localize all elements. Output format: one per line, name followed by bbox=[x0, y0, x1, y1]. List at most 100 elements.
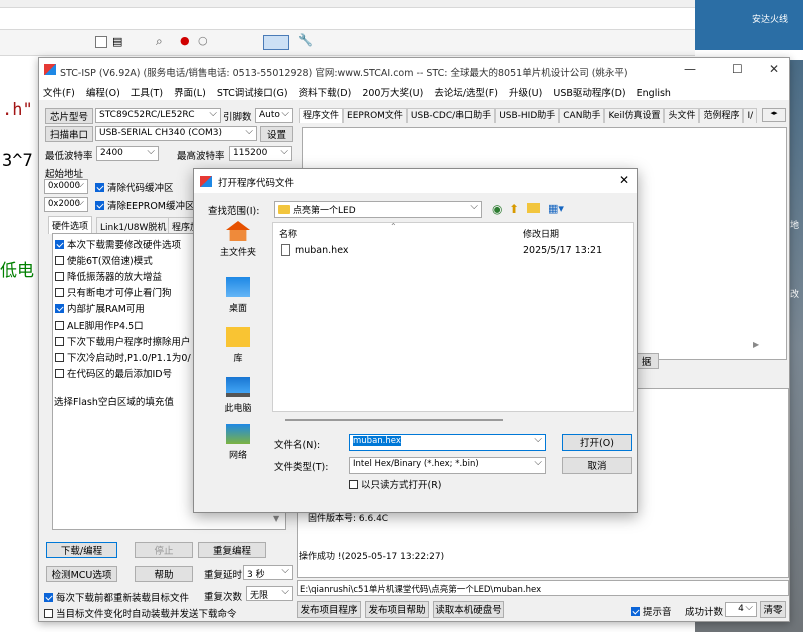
dropdown-icon[interactable] bbox=[95, 36, 107, 48]
tab-usb-hid[interactable]: USB-HID助手 bbox=[495, 108, 560, 123]
checkbox-icon[interactable] bbox=[55, 272, 64, 282]
minimize-button[interactable]: — bbox=[684, 62, 696, 76]
checkbox-icon[interactable] bbox=[55, 352, 64, 362]
menu-program[interactable]: 编程(O) bbox=[86, 88, 120, 99]
read-disk-button[interactable]: 读取本机硬盘号 bbox=[433, 601, 504, 618]
dialog-close-button[interactable]: ✕ bbox=[619, 173, 629, 187]
detect-mcu-button[interactable]: 检测MCU选项 bbox=[46, 566, 117, 582]
search-icon[interactable]: ⌕ bbox=[156, 34, 163, 49]
menu-prize[interactable]: 200万大奖(U) bbox=[362, 88, 423, 99]
file-row[interactable]: muban.hex 2025/5/17 13:21 bbox=[278, 243, 626, 259]
beep-option[interactable]: 提示音 bbox=[631, 604, 672, 618]
retry-delay-select[interactable]: 3 秒 bbox=[243, 565, 293, 580]
pins-select[interactable]: Auto bbox=[255, 108, 293, 123]
settings-button[interactable]: 设置 bbox=[260, 126, 293, 142]
window-icon[interactable] bbox=[263, 35, 289, 50]
nav-libraries[interactable]: 库 bbox=[208, 327, 268, 364]
view-menu-icon[interactable]: ▦▾ bbox=[548, 202, 564, 215]
menu-debug[interactable]: STC调试接口(G) bbox=[217, 88, 288, 99]
auto-send-option[interactable]: 当目标文件变化时自动装载并发送下载命令 bbox=[44, 606, 237, 620]
readonly-option[interactable]: 以只读方式打开(R) bbox=[349, 477, 442, 491]
code-address-input[interactable]: 0x0000 bbox=[44, 179, 88, 194]
stop-button[interactable]: 停止 bbox=[135, 542, 193, 558]
menu-interface[interactable]: 界面(L) bbox=[174, 88, 206, 99]
column-date[interactable]: 修改日期 bbox=[523, 227, 559, 240]
hardware-option[interactable]: 下次冷启动时,P1.0/P1.1为0/ bbox=[55, 350, 191, 364]
new-folder-icon[interactable] bbox=[527, 203, 540, 213]
download-button[interactable]: 下载/编程 bbox=[46, 542, 117, 558]
hardware-option[interactable]: 降低振荡器的放大增益 bbox=[55, 269, 162, 283]
min-baud-select[interactable]: 2400 bbox=[96, 146, 159, 161]
hardware-option[interactable]: ALE脚用作P4.5口 bbox=[55, 318, 144, 332]
tab-eeprom-file[interactable]: EEPROM文件 bbox=[343, 108, 407, 123]
hardware-option[interactable]: 内部扩展RAM可用 bbox=[55, 301, 145, 315]
checkbox-icon[interactable] bbox=[55, 240, 64, 249]
menu-downloads[interactable]: 资料下载(D) bbox=[299, 88, 352, 99]
checkbox-icon[interactable] bbox=[349, 480, 358, 489]
tab-io[interactable]: I/ bbox=[743, 108, 758, 123]
scan-port-button[interactable]: 扫描串口 bbox=[45, 126, 93, 142]
filetype-select[interactable]: Intel Hex/Binary (*.hex; *.bin) bbox=[349, 457, 546, 474]
checkbox-icon[interactable] bbox=[55, 320, 64, 330]
nav-desktop[interactable]: 桌面 bbox=[208, 277, 268, 314]
filename-input[interactable]: muban.hex bbox=[349, 434, 546, 451]
tab-scroll-arrows[interactable]: ◂▸ bbox=[762, 108, 786, 122]
hardware-option[interactable]: 使能6T(双倍速)模式 bbox=[55, 253, 153, 267]
clear-code-option[interactable]: 清除代码缓冲区 bbox=[95, 180, 174, 194]
max-baud-select[interactable]: 115200 bbox=[229, 146, 292, 161]
publish-program-button[interactable]: 发布项目程序 bbox=[297, 601, 361, 618]
menu-tools[interactable]: 工具(T) bbox=[131, 88, 163, 99]
nav-network[interactable]: 网络 bbox=[208, 424, 268, 461]
toolbar-icon[interactable]: ▤ bbox=[112, 35, 122, 48]
tab-header[interactable]: 头文件 bbox=[664, 108, 700, 123]
nav-this-pc[interactable]: 此电脑 bbox=[208, 377, 268, 414]
checkbox-icon[interactable] bbox=[55, 304, 64, 314]
back-icon[interactable]: ◉ bbox=[492, 202, 502, 216]
menu-upgrade[interactable]: 升级(U) bbox=[509, 88, 542, 99]
menu-file[interactable]: 文件(F) bbox=[43, 88, 75, 99]
checkbox-icon[interactable] bbox=[44, 609, 53, 618]
eeprom-address-input[interactable]: 0x2000 bbox=[44, 197, 88, 212]
hardware-option[interactable]: 在代码区的最后添加ID号 bbox=[55, 366, 172, 380]
reload-option[interactable]: 每次下载前都重新装载目标文件 bbox=[44, 590, 189, 604]
port-select[interactable]: USB-SERIAL CH340 (COM3) bbox=[95, 126, 257, 141]
tab-examples[interactable]: 范例程序 bbox=[699, 108, 744, 123]
tab-usb-cdc[interactable]: USB-CDC/串口助手 bbox=[406, 108, 496, 123]
menu-usb-driver[interactable]: USB驱动程序(D) bbox=[553, 88, 625, 99]
maximize-button[interactable]: ☐ bbox=[732, 62, 743, 76]
tab-can[interactable]: CAN助手 bbox=[559, 108, 605, 123]
breakpoint-icon[interactable]: ● bbox=[180, 34, 190, 47]
checkbox-icon[interactable] bbox=[95, 183, 104, 192]
publish-help-button[interactable]: 发布项目帮助 bbox=[365, 601, 429, 618]
scroll-down-icon[interactable]: ▼ bbox=[273, 514, 279, 523]
menu-forum[interactable]: 去论坛/选型(F) bbox=[434, 88, 498, 99]
horizontal-scrollbar[interactable] bbox=[285, 419, 503, 421]
menu-english[interactable]: English bbox=[637, 88, 671, 99]
checkbox-icon[interactable] bbox=[95, 201, 104, 210]
retry-count-select[interactable]: 无限 bbox=[246, 586, 293, 601]
cancel-button[interactable]: 取消 bbox=[562, 457, 632, 474]
checkbox-icon[interactable] bbox=[55, 288, 64, 298]
tab-hardware[interactable]: 硬件选项 bbox=[48, 216, 93, 234]
wrench-icon[interactable]: 🔧 bbox=[298, 33, 313, 47]
circle-icon[interactable]: ○ bbox=[198, 34, 208, 47]
hardware-option[interactable]: 只有断电才可停止看门狗 bbox=[55, 285, 172, 299]
tab-keil[interactable]: Keil仿真设置 bbox=[604, 108, 665, 123]
nav-home[interactable]: 主文件夹 bbox=[208, 221, 268, 258]
open-button[interactable]: 打开(O) bbox=[562, 434, 632, 451]
checkbox-icon[interactable] bbox=[631, 607, 640, 616]
scroll-right-icon[interactable]: ▶ bbox=[753, 340, 759, 349]
up-folder-icon[interactable]: ⬆ bbox=[509, 202, 519, 216]
checkbox-icon[interactable] bbox=[55, 256, 64, 266]
help-button[interactable]: 帮助 bbox=[135, 566, 193, 582]
checkbox-icon[interactable] bbox=[44, 593, 53, 602]
hardware-option[interactable]: 本次下载需要修改硬件选项 bbox=[55, 237, 181, 251]
tab-program-file[interactable]: 程序文件 bbox=[299, 108, 344, 123]
chip-model-select[interactable]: STC89C52RC/LE52RC bbox=[95, 108, 221, 123]
column-name[interactable]: 名称 bbox=[279, 227, 297, 240]
look-in-select[interactable]: 点亮第一个LED bbox=[274, 201, 482, 218]
checkbox-icon[interactable] bbox=[55, 336, 64, 346]
checkbox-icon[interactable] bbox=[55, 368, 64, 378]
hardware-option[interactable]: 下次下载用户程序时擦除用户 bbox=[55, 334, 191, 348]
close-button[interactable]: ✕ bbox=[769, 62, 779, 76]
